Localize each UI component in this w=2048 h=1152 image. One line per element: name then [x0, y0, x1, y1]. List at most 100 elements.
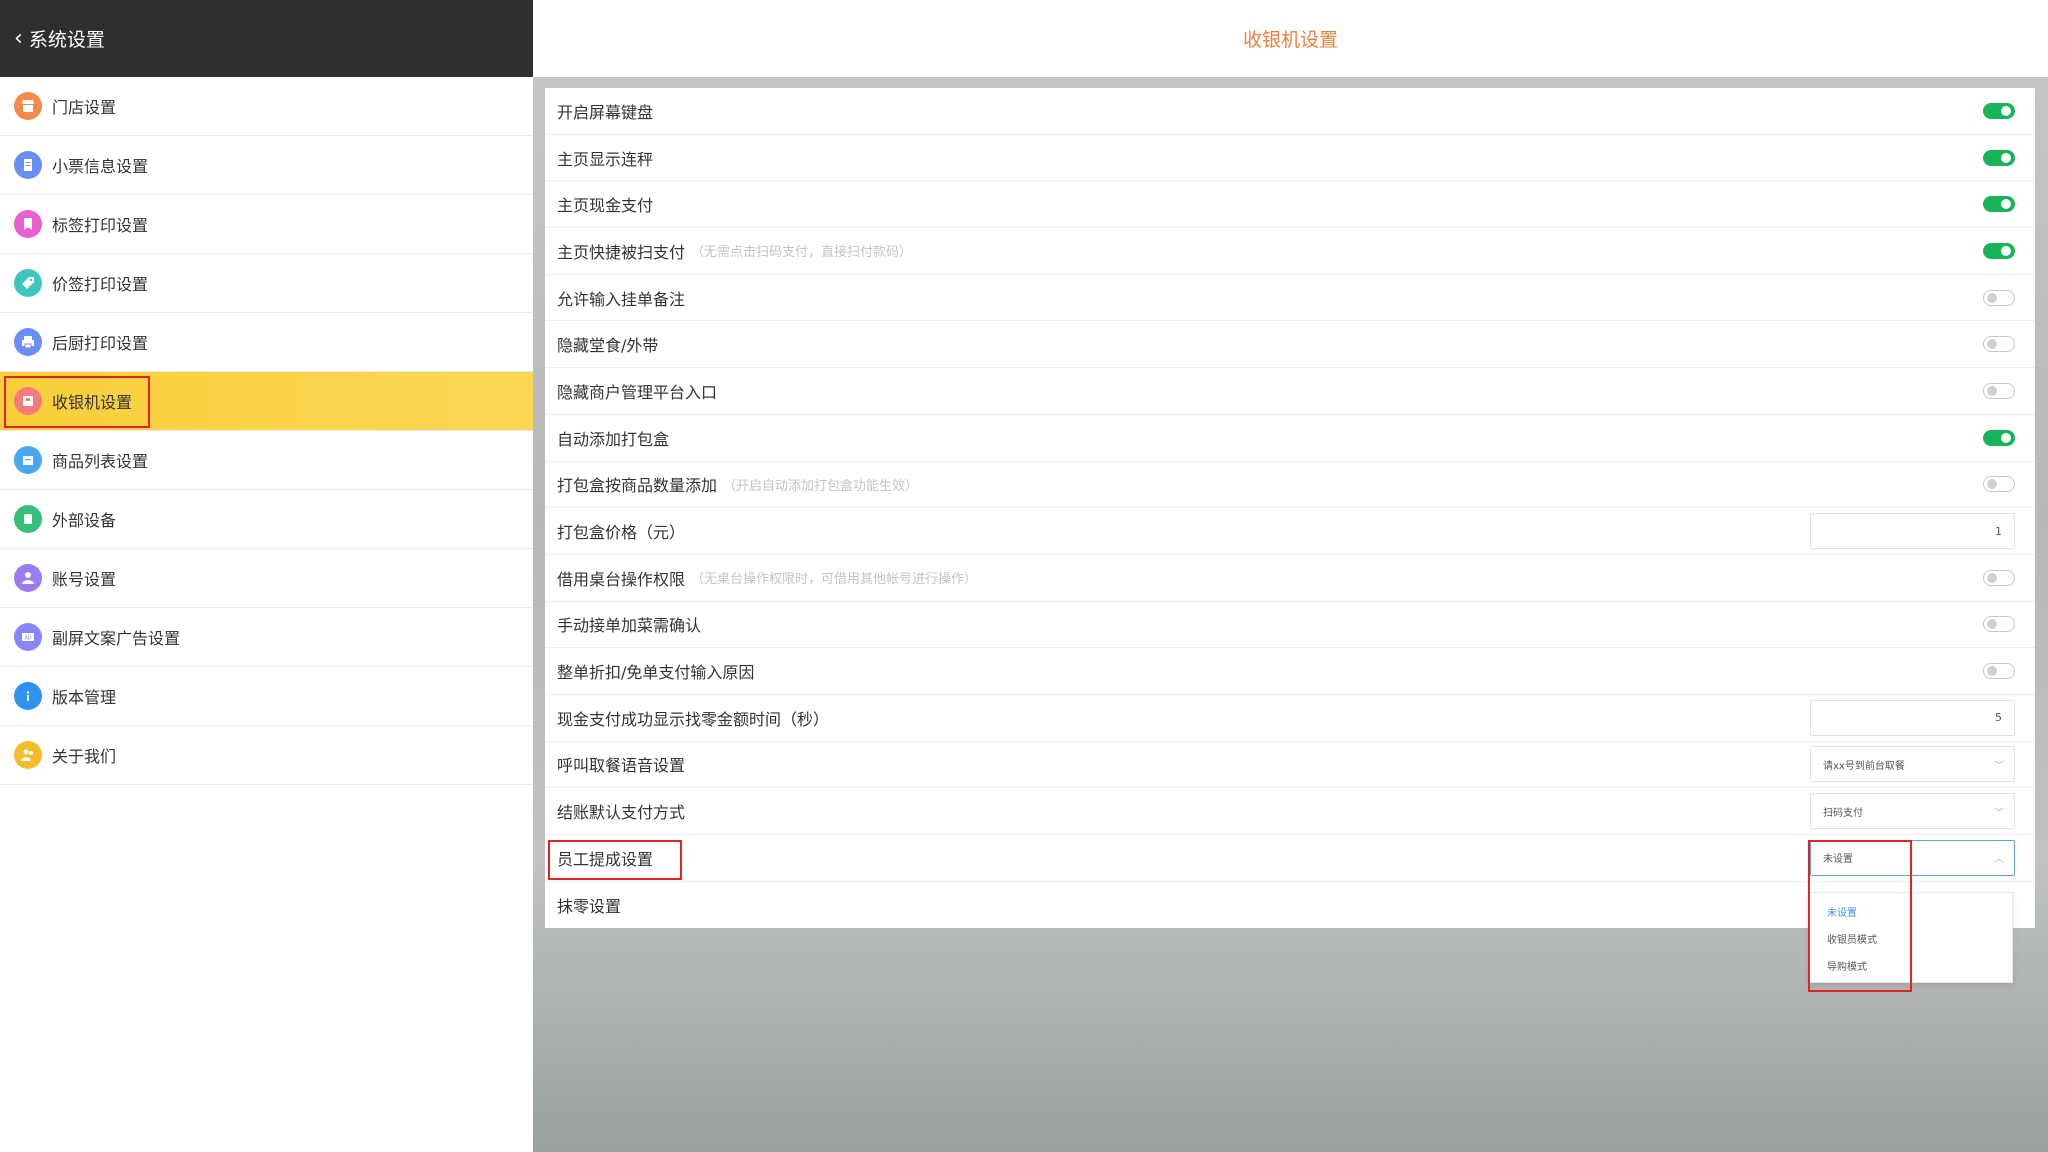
select-dropdown[interactable]: 未设置 ︿ [1810, 839, 2015, 876]
sidebar-item-10[interactable]: 版本管理 [0, 667, 533, 726]
sidebar-item-label: 版本管理 [52, 688, 117, 707]
user-icon [14, 564, 42, 592]
toggle-switch[interactable] [1983, 196, 2015, 213]
back-button[interactable]: ‹ 系统设置 [0, 0, 533, 77]
setting-label: 主页显示连秤 [557, 149, 654, 169]
number-input[interactable]: 5 [1810, 699, 2015, 736]
setting-label: 隐藏商户管理平台入口 [557, 382, 718, 402]
device-icon [14, 505, 42, 533]
setting-hint: （开启自动添加打包盒功能生效） [723, 478, 919, 494]
price-tag-icon [14, 269, 42, 297]
toggle-switch[interactable] [1983, 336, 2015, 353]
sidebar-item-3[interactable]: 价签打印设置 [0, 254, 533, 313]
select-value: 扫码支付 [1823, 807, 1863, 819]
toggle-knob [2001, 245, 2011, 256]
sidebar-menu: 门店设置小票信息设置标签打印设置 价签打印设置后厨打印设置收银机设置商品列表设置外… [0, 77, 533, 785]
sidebar-item-0[interactable]: 门店设置 [0, 77, 533, 136]
sidebar-item-8[interactable]: 账号设置 [0, 549, 533, 608]
toggle-knob [1987, 339, 1997, 350]
setting-row: 打包盒按商品数量添加 （开启自动添加打包盒功能生效） [545, 462, 2035, 509]
setting-label: 借用桌台操作权限 [557, 569, 686, 589]
toggle-switch[interactable] [1983, 289, 2015, 306]
dropdown-option[interactable]: 未设置 [1809, 898, 2012, 925]
sidebar-item-label: 商品列表设置 [52, 452, 149, 471]
settings-panel: 开启屏幕键盘主页显示连秤 主页现金支付主页快捷被扫支付 （无需点击扫码支付，直接扫付… [545, 88, 2035, 928]
number-input[interactable]: 1 [1810, 513, 2015, 550]
setting-label: 打包盒价格（元） [557, 523, 686, 543]
sidebar-item-4[interactable]: 后厨打印设置 [0, 313, 533, 372]
sidebar-item-label: 后厨打印设置 [52, 334, 149, 353]
toggle-switch[interactable] [1983, 382, 2015, 399]
setting-hint: （无需点击扫码支付，直接扫付款码） [691, 245, 913, 261]
sidebar-item-9[interactable]: AD 副屏文案广告设置 [0, 608, 533, 667]
toggle-switch[interactable] [1983, 663, 2015, 680]
toggle-switch[interactable] [1983, 102, 2015, 119]
select-dropdown[interactable]: 请xx号到前台取餐 ﹀ [1810, 746, 2015, 783]
toggle-knob [1987, 385, 1997, 396]
select-value: 未设置 [1823, 854, 1853, 866]
dropdown-option[interactable]: 导购模式 [1809, 952, 2012, 979]
cash-register-icon [14, 387, 42, 415]
sidebar: ‹ 系统设置 门店设置小票信息设置标签打印设置 价签打印设置后厨打印设置收银机设置… [0, 0, 533, 1152]
setting-hint: （无桌台操作权限时，可借用其他帐号进行操作） [691, 572, 978, 588]
toggle-knob [2001, 199, 2011, 210]
setting-row: 自动添加打包盒 [545, 415, 2035, 462]
setting-label: 隐藏堂食/外带 [557, 336, 659, 356]
sidebar-item-label: 小票信息设置 [52, 157, 149, 176]
sidebar-item-5[interactable]: 收银机设置 [0, 372, 533, 431]
info-icon [14, 682, 42, 710]
setting-label: 自动添加打包盒 [557, 429, 670, 449]
setting-label: 主页现金支付 [557, 196, 654, 216]
setting-label: 呼叫取餐语音设置 [557, 756, 686, 776]
setting-row: 隐藏商户管理平台入口 [545, 368, 2035, 415]
sidebar-item-1[interactable]: 小票信息设置 [0, 136, 533, 195]
team-icon [14, 741, 42, 769]
chevron-up-icon: ︿ [1994, 854, 2004, 866]
setting-row: 整单折扣/免单支付输入原因 [545, 648, 2035, 695]
toggle-switch[interactable] [1983, 149, 2015, 166]
select-dropdown[interactable]: 扫码支付 ﹀ [1810, 793, 2015, 830]
setting-label: 抹零设置 [557, 897, 622, 917]
setting-row: 员工提成设置 未设置 ︿ [545, 835, 2035, 882]
sidebar-item-label: 副屏文案广告设置 [52, 629, 181, 648]
toggle-switch[interactable] [1983, 476, 2015, 493]
toggle-switch[interactable] [1983, 569, 2015, 586]
sidebar-item-6[interactable]: 商品列表设置 [0, 431, 533, 490]
setting-label: 允许输入挂单备注 [557, 289, 686, 309]
toggle-switch[interactable] [1983, 242, 2015, 259]
setting-row: 借用桌台操作权限 （无桌台操作权限时，可借用其他帐号进行操作） [545, 555, 2035, 602]
setting-row: 主页快捷被扫支付 （无需点击扫码支付，直接扫付款码） [545, 228, 2035, 275]
toggle-knob [1987, 666, 1997, 677]
sidebar-item-label: 账号设置 [52, 570, 117, 589]
setting-label: 现金支付成功显示找零金额时间（秒） [557, 709, 830, 729]
setting-label: 手动接单加菜需确认 [557, 616, 702, 636]
toggle-knob [1987, 292, 1997, 303]
toggle-knob [2001, 152, 2011, 163]
setting-row: 手动接单加菜需确认 [545, 602, 2035, 649]
setting-row: 主页显示连秤 [545, 135, 2035, 182]
setting-row: 隐藏堂食/外带 [545, 321, 2035, 369]
printer-icon [14, 328, 42, 356]
sidebar-item-7[interactable]: 外部设备 [0, 490, 533, 549]
setting-row: 主页现金支付 [545, 181, 2035, 229]
page-title: 收银机设置 [533, 0, 2048, 77]
setting-label: 整单折扣/免单支付输入原因 [557, 663, 755, 683]
setting-row: 打包盒价格（元） 1 [545, 508, 2035, 555]
sidebar-item-11[interactable]: 关于我们 [0, 726, 533, 785]
back-label: 系统设置 [28, 29, 105, 51]
toggle-knob [1987, 479, 1997, 490]
store-icon [14, 92, 42, 120]
dropdown-option[interactable]: 收银员模式 [1809, 925, 2012, 952]
chevron-down-icon: ﹀ [1994, 760, 2004, 772]
sidebar-item-2[interactable]: 标签打印设置 [0, 195, 533, 254]
sidebar-item-label: 门店设置 [52, 98, 117, 117]
setting-label: 结账默认支付方式 [557, 803, 686, 823]
setting-row: 结账默认支付方式 扫码支付 ﹀ [545, 788, 2035, 835]
setting-row: 现金支付成功显示找零金额时间（秒） 5 [545, 695, 2035, 742]
sidebar-item-label: 外部设备 [52, 511, 117, 530]
toggle-knob [1987, 619, 1997, 630]
toggle-switch[interactable] [1983, 429, 2015, 446]
toggle-switch[interactable] [1983, 616, 2015, 633]
product-list-icon [14, 446, 42, 474]
setting-row: 开启屏幕键盘 [545, 88, 2035, 135]
